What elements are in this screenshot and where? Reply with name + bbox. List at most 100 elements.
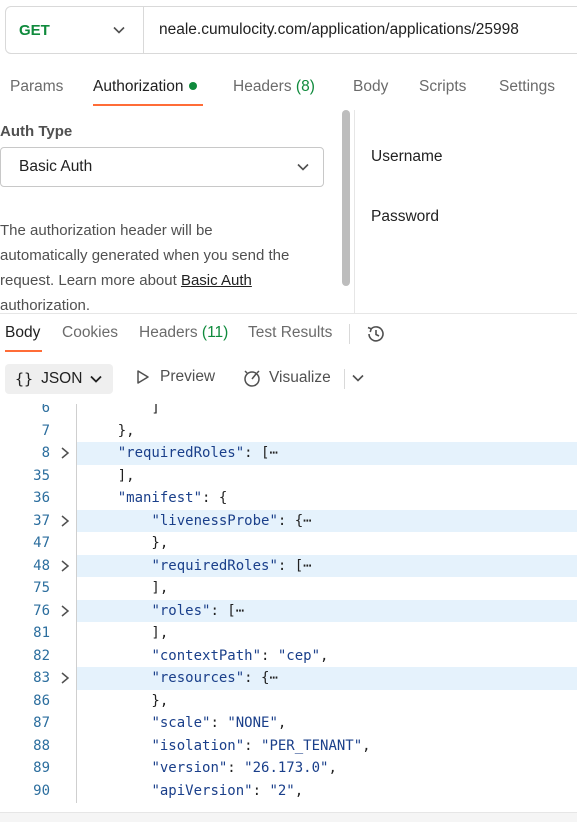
visualize-options-button[interactable]	[352, 374, 364, 382]
tab-authorization[interactable]: Authorization	[93, 78, 198, 96]
tab-headers[interactable]: Headers (8)	[233, 78, 315, 96]
tab-label: Body	[353, 78, 389, 95]
tab-label: Headers	[233, 78, 292, 95]
description-text: authorization.	[0, 297, 91, 314]
auth-description: The authorization header will be automat…	[0, 218, 330, 318]
code-text: "manifest": {	[117, 490, 228, 506]
tab-scripts[interactable]: Scripts	[419, 78, 466, 96]
line-number: 47	[33, 535, 50, 551]
line-number: 89	[33, 760, 50, 776]
code-line: 36 "manifest": {	[0, 487, 577, 510]
line-number: 88	[33, 737, 50, 754]
description-prefix: request. Learn more about	[0, 272, 181, 289]
code-line: 76 "roles": [⋯	[0, 599, 577, 622]
line-number: 86	[33, 692, 50, 709]
code-text: "version": "26.173.0",	[151, 760, 337, 776]
line-number: 90	[33, 782, 50, 799]
code-line: 81 ],	[0, 622, 577, 645]
password-label: Password	[371, 208, 440, 225]
code-text: ]	[84, 404, 160, 416]
description-text: The authorization header will be	[0, 222, 213, 239]
code-text: "roles": [⋯	[151, 602, 245, 619]
scrollbar-thumb[interactable]	[342, 110, 350, 286]
code-line: 8 "requiredRoles": [⋯	[0, 442, 577, 465]
panel-divider[interactable]	[354, 110, 355, 313]
preview-button[interactable]: Preview	[136, 368, 215, 386]
tab-body[interactable]: Body	[353, 78, 388, 96]
divider	[0, 313, 577, 314]
chevron-down-icon	[90, 375, 103, 383]
code-text: "scale": "NONE",	[151, 715, 287, 731]
code-line: 90 "apiVersion": "2",	[0, 780, 577, 803]
chevron-right-icon[interactable]	[58, 444, 72, 462]
code-line: 37 "livenessProbe": {⋯	[0, 509, 577, 532]
response-tab-test-results[interactable]: Test Results	[248, 324, 332, 342]
chevron-right-icon[interactable]	[58, 602, 72, 620]
response-body-code[interactable]: 6 ] 7 }, 8 "requiredRoles": [⋯ 35 ], 36 "man…	[0, 404, 577, 803]
tab-label: Scripts	[419, 78, 467, 95]
line-number: 35	[33, 467, 50, 484]
line-number: 8	[41, 445, 50, 461]
line-number: 87	[33, 715, 50, 731]
tab-settings[interactable]: Settings	[499, 78, 555, 96]
basic-auth-link[interactable]: Basic Auth	[181, 272, 252, 289]
code-line: 87 "scale": "NONE",	[0, 712, 577, 735]
line-number: 6	[41, 404, 50, 416]
line-number: 37	[33, 512, 50, 529]
description-text: request. Learn more about Basic Auth	[0, 268, 330, 293]
divider	[349, 324, 350, 344]
code-text: "apiVersion": "2",	[151, 782, 304, 799]
code-line: 75 ],	[0, 577, 577, 600]
code-text: "requiredRoles": [⋯	[151, 557, 312, 574]
chevron-down-icon	[297, 163, 309, 171]
tab-count: (11)	[201, 324, 229, 341]
chevron-down-icon	[352, 374, 364, 382]
code-text: },	[84, 422, 135, 439]
format-select[interactable]: {} JSON	[5, 364, 113, 394]
visualize-button[interactable]: Visualize	[242, 368, 331, 388]
code-line: 89 "version": "26.173.0",	[0, 757, 577, 780]
code-text: ],	[84, 467, 135, 484]
visualize-label: Visualize	[269, 369, 331, 386]
url-bar: GET neale.cumulocity.com/application/app…	[5, 6, 577, 54]
tab-count: (8)	[295, 78, 315, 95]
status-dot-icon	[189, 81, 198, 90]
code-text: "livenessProbe": {⋯	[151, 512, 312, 529]
preview-label: Preview	[160, 368, 216, 385]
gutter-divider	[76, 404, 77, 803]
chevron-right-icon[interactable]	[58, 669, 72, 687]
line-number: 82	[33, 647, 50, 664]
line-number: 76	[33, 602, 50, 619]
code-text: },	[84, 535, 169, 551]
code-line: 86 },	[0, 690, 577, 713]
code-line: 6 ]	[0, 404, 577, 420]
tab-label: Headers	[139, 324, 198, 341]
url-input[interactable]: neale.cumulocity.com/application/applica…	[144, 21, 519, 39]
chevron-right-icon[interactable]	[58, 557, 72, 575]
code-line: 82 "contextPath": "cep",	[0, 645, 577, 668]
request-tabs: Params Authorization Headers (8) Body Sc…	[0, 72, 577, 108]
tab-params[interactable]: Params	[10, 78, 63, 96]
active-tab-indicator	[5, 350, 42, 352]
method-select[interactable]: GET	[6, 7, 144, 53]
line-number: 81	[33, 625, 50, 641]
tab-label: Cookies	[62, 324, 118, 341]
username-label: Username	[371, 148, 443, 165]
response-tab-headers[interactable]: Headers (11)	[139, 324, 228, 342]
format-label: JSON	[41, 370, 83, 387]
auth-type-select[interactable]: Basic Auth	[0, 147, 324, 187]
code-line: 83 "resources": {⋯	[0, 667, 577, 690]
chevron-right-icon[interactable]	[58, 512, 72, 530]
divider	[344, 369, 345, 389]
visualize-icon	[244, 370, 260, 387]
code-text: ],	[84, 625, 169, 641]
line-number: 75	[33, 580, 50, 596]
code-line: 48 "requiredRoles": [⋯	[0, 554, 577, 577]
code-text: },	[84, 692, 169, 709]
history-icon[interactable]	[365, 323, 387, 350]
response-tab-body[interactable]: Body	[5, 324, 40, 342]
tab-label: Test Results	[248, 324, 333, 341]
response-tab-cookies[interactable]: Cookies	[62, 324, 118, 342]
description-text: automatically generated when you send th…	[0, 247, 290, 264]
line-number: 7	[41, 422, 50, 439]
